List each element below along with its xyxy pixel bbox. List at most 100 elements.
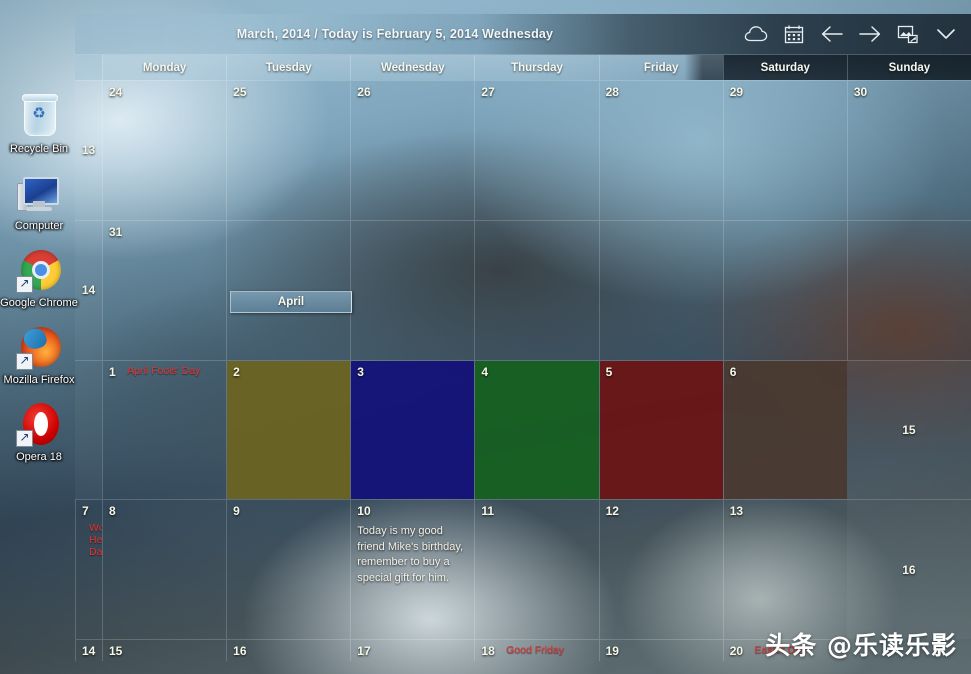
day-number: 8 <box>109 504 116 519</box>
holiday-label: World Health Day <box>89 522 102 559</box>
day-cell[interactable]: 29 <box>722 80 847 220</box>
shortcut-arrow-icon: ↗ <box>16 430 33 447</box>
day-color-tint <box>351 360 475 500</box>
day-cell[interactable] <box>350 219 475 360</box>
day-number: 18 <box>481 644 495 658</box>
day-cell[interactable]: 31 <box>102 219 227 360</box>
day-cell[interactable]: 11 <box>474 499 599 639</box>
day-number: 30 <box>853 85 868 99</box>
calendar-toolbar <box>737 14 965 54</box>
day-cell[interactable]: 5 <box>598 359 723 500</box>
day-number: 14 <box>82 644 96 658</box>
weekday-header-sunday[interactable]: Sunday <box>846 55 971 80</box>
shortcut-arrow-icon: ↗ <box>16 353 33 370</box>
day-cell[interactable]: 8 <box>102 499 227 639</box>
google-chrome-icon: ↗ <box>15 246 63 294</box>
desktop-icon-label: Computer <box>14 220 64 232</box>
desktop-icon-computer[interactable]: Computer <box>0 169 78 232</box>
day-cell[interactable]: 17 <box>350 639 475 661</box>
day-number: 19 <box>605 644 619 658</box>
day-cell[interactable] <box>598 219 723 360</box>
desktop-icon-recycle-bin[interactable]: ♻ Recycle Bin <box>0 92 78 155</box>
day-cell[interactable]: 7 World Health Day <box>75 499 102 639</box>
desktop-icon-label: Recycle Bin <box>9 143 69 155</box>
day-color-tint <box>599 360 723 500</box>
day-number: 4 <box>481 364 489 379</box>
week-number: 13 <box>75 80 102 220</box>
calendar-window: March, 2014 / Today is February 5, 2014 … <box>75 14 971 661</box>
holiday-label: Good Friday <box>506 644 565 656</box>
week-number: 15 <box>846 359 971 500</box>
weekday-header-tuesday[interactable]: Tuesday <box>226 55 351 80</box>
weekday-header-friday[interactable]: Friday <box>598 55 723 80</box>
day-cell[interactable]: 18 Good Friday <box>474 639 599 661</box>
day-cell[interactable]: 16 <box>226 639 351 661</box>
day-number: 1 <box>109 364 116 379</box>
day-number: 7 <box>82 504 89 519</box>
day-note[interactable]: Today is my good friend Mike's birthday,… <box>357 524 469 586</box>
day-cell[interactable]: 24 <box>102 80 227 220</box>
day-cell[interactable]: 26 <box>350 80 475 220</box>
day-cell[interactable]: 3 <box>350 359 475 500</box>
mozilla-firefox-icon: ↗ <box>15 323 63 371</box>
wallpaper-icon[interactable] <box>889 14 927 54</box>
calendar-grid: 13 24 25 26 27 28 29 30 14 31 1 April Fo… <box>75 80 971 661</box>
day-number: 25 <box>233 85 247 99</box>
day-number: 26 <box>357 85 371 99</box>
calendar-titlebar[interactable]: March, 2014 / Today is February 5, 2014 … <box>75 14 971 55</box>
weekday-header-saturday[interactable]: Saturday <box>722 55 847 80</box>
day-number: 9 <box>233 504 240 519</box>
day-cell[interactable]: 14 <box>75 639 102 661</box>
day-color-tint <box>475 360 599 500</box>
day-color-tint <box>227 360 351 500</box>
day-cell[interactable]: 1 April Fools' Day <box>102 359 227 500</box>
day-number: 29 <box>729 85 744 99</box>
desktop-icon-label: Mozilla Firefox <box>3 374 75 386</box>
day-cell[interactable]: 10 Today is my good friend Mike's birthd… <box>350 499 475 639</box>
calendar-icon[interactable] <box>775 14 813 54</box>
day-number: 6 <box>729 364 737 379</box>
day-cell[interactable]: 15 <box>102 639 227 661</box>
day-number: 16 <box>233 644 247 658</box>
day-number: 10 <box>357 504 371 519</box>
chevron-down-icon[interactable] <box>927 14 965 54</box>
day-number: 20 <box>729 644 744 658</box>
cloud-icon[interactable] <box>737 14 775 54</box>
day-cell[interactable]: 2 <box>226 359 351 500</box>
day-cell[interactable]: 19 <box>598 639 723 661</box>
day-cell[interactable]: 9 <box>226 499 351 639</box>
day-cell[interactable] <box>846 219 971 360</box>
day-cell[interactable]: 30 <box>846 80 971 220</box>
weekday-header-monday[interactable]: Monday <box>102 55 227 80</box>
day-cell[interactable] <box>474 219 599 360</box>
computer-icon <box>15 169 63 217</box>
day-cell[interactable]: 6 <box>722 359 847 500</box>
day-cell[interactable]: 12 <box>598 499 723 639</box>
desktop-icon-label: Google Chrome <box>0 297 78 309</box>
day-cell[interactable]: 4 <box>474 359 599 500</box>
desktop-icon-opera-18[interactable]: ↗ Opera 18 <box>0 400 78 463</box>
desktop-icon-list: ♻ Recycle Bin Computer ↗ Google Chrome ↗… <box>0 92 78 477</box>
day-number: 5 <box>605 364 613 379</box>
desktop-icon-mozilla-firefox[interactable]: ↗ Mozilla Firefox <box>0 323 78 386</box>
day-number: 24 <box>109 85 123 99</box>
weekday-header-thursday[interactable]: Thursday <box>474 55 599 80</box>
day-cell[interactable] <box>722 219 847 360</box>
arrow-left-icon[interactable] <box>813 14 851 54</box>
holiday-label: April Fools' Day <box>127 364 201 377</box>
day-cell[interactable] <box>226 219 351 360</box>
weekday-header-wednesday[interactable]: Wednesday <box>350 55 475 80</box>
day-cell[interactable]: 28 <box>598 80 723 220</box>
week-number <box>75 359 102 500</box>
day-number: 13 <box>729 504 744 519</box>
opera-icon: ↗ <box>15 400 63 448</box>
arrow-right-icon[interactable] <box>851 14 889 54</box>
day-cell[interactable]: 13 <box>722 499 847 639</box>
day-cell[interactable]: 20 Easter Day <box>722 639 847 661</box>
week-number: 16 <box>846 499 971 639</box>
shortcut-arrow-icon: ↗ <box>16 276 33 293</box>
day-cell[interactable]: 27 <box>474 80 599 220</box>
desktop-icon-label: Opera 18 <box>16 451 62 463</box>
desktop-icon-google-chrome[interactable]: ↗ Google Chrome <box>0 246 78 309</box>
day-cell[interactable]: 25 <box>226 80 351 220</box>
